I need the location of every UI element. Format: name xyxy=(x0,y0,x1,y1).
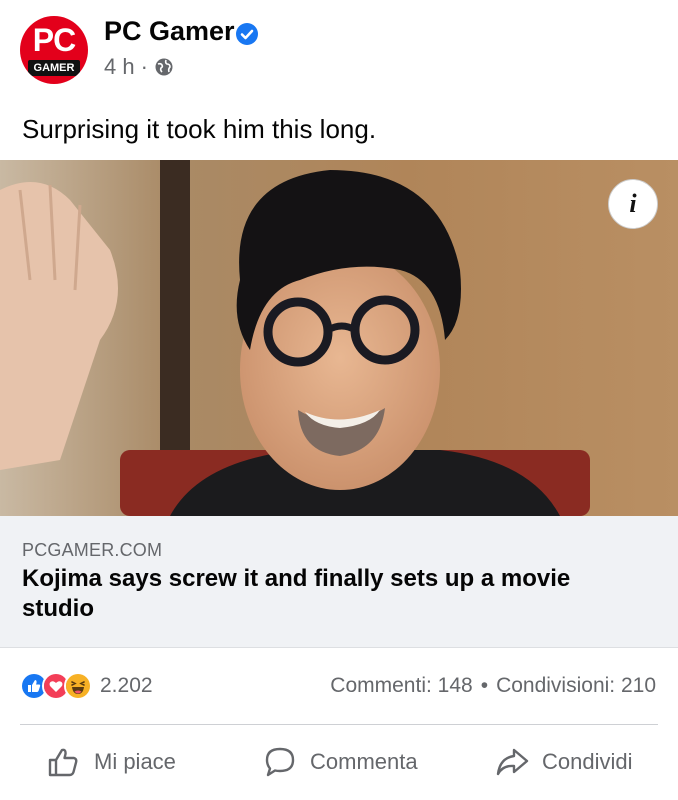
comment-button[interactable]: Commenta xyxy=(262,744,418,780)
action-bar: Mi piace Commenta Condividi xyxy=(0,728,678,800)
comments-count-link[interactable]: Commenti: 148 xyxy=(330,674,472,698)
like-button[interactable]: Mi piace xyxy=(46,744,176,780)
reaction-count: 2.202 xyxy=(100,674,153,697)
link-card[interactable]: PCGAMER.COM Kojima says screw it and fin… xyxy=(0,516,678,648)
globe-icon xyxy=(155,58,173,76)
post-text: Surprising it took him this long. xyxy=(22,114,377,144)
shares-count-link[interactable]: Condivisioni: 210 xyxy=(496,674,656,698)
page-name-link[interactable]: PC Gamer xyxy=(104,16,235,47)
kojima-photo xyxy=(0,160,678,516)
share-button[interactable]: Condividi xyxy=(494,744,633,780)
comment-button-label: Commenta xyxy=(310,749,418,774)
post-stats: 2.202 Commenti: 148 • Condivisioni: 210 xyxy=(0,664,678,710)
verified-badge-icon xyxy=(236,23,258,45)
like-button-label: Mi piace xyxy=(94,749,176,774)
link-domain: PCGAMER.COM xyxy=(22,540,163,560)
engagement-counts: Commenti: 148 • Condivisioni: 210 xyxy=(330,674,656,698)
page-avatar[interactable]: PC GAMER xyxy=(20,16,88,84)
avatar-logo-pc: PC xyxy=(32,22,76,58)
post-meta: 4 h · xyxy=(104,54,174,80)
meta-separator: · xyxy=(140,54,148,79)
reactions-summary[interactable]: 2.202 xyxy=(20,672,153,700)
share-arrow-icon xyxy=(496,748,529,776)
link-preview-image[interactable]: i xyxy=(0,160,678,516)
divider xyxy=(20,724,658,725)
link-title[interactable]: Kojima says screw it and finally sets up… xyxy=(22,564,642,624)
info-icon[interactable]: i xyxy=(608,179,658,229)
post-header: PC GAMER PC Gamer 4 h · xyxy=(0,0,678,100)
post-timestamp[interactable]: 4 h xyxy=(104,54,135,80)
stats-dot: • xyxy=(480,674,489,697)
haha-reaction-icon xyxy=(64,672,92,700)
avatar-logo-gamer: GAMER xyxy=(28,60,80,76)
share-button-label: Condividi xyxy=(542,749,633,774)
comment-bubble-icon xyxy=(265,747,295,777)
thumbs-up-icon xyxy=(48,748,78,777)
